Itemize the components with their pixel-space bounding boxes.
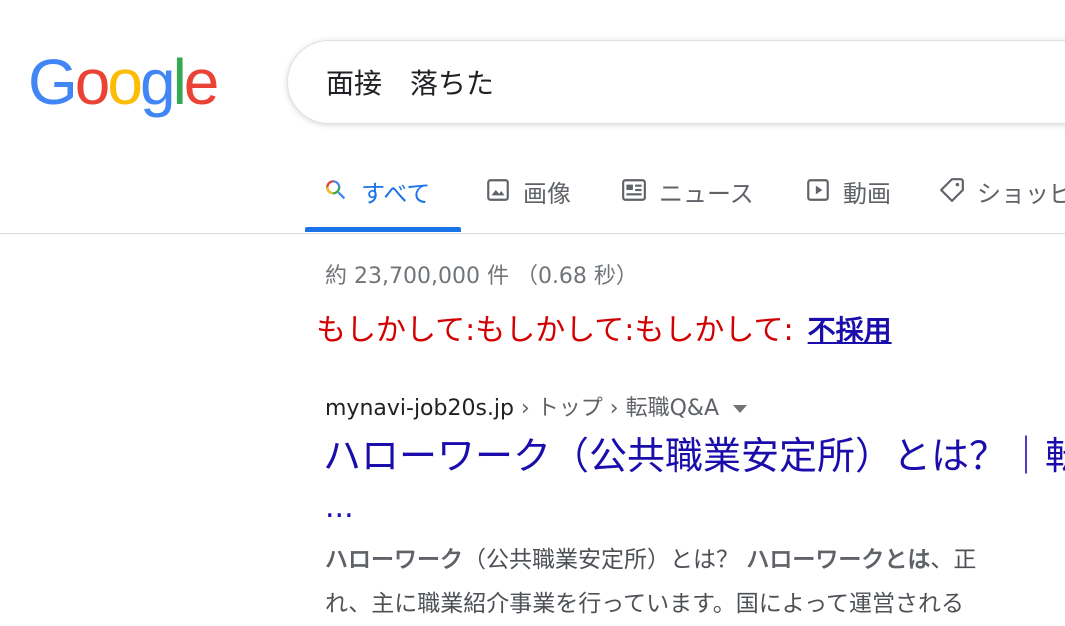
did-you-mean-prefix: もしかして:もしかして:もしかして: xyxy=(316,313,794,348)
did-you-mean: もしかして:もしかして:もしかして: 不採用 xyxy=(316,305,892,349)
logo-letter: e xyxy=(183,46,220,118)
logo-letter: o xyxy=(74,46,111,118)
result-snippet: ハローワーク（公共職業安定所）とは？ ハローワークとは、正 れ、主に職業紹介事業… xyxy=(325,538,1065,626)
tab-images[interactable]: 画像 xyxy=(485,160,571,232)
chevron-down-icon[interactable] xyxy=(733,405,748,413)
result-title-ellipsis[interactable]: ... xyxy=(325,488,354,528)
search-box xyxy=(287,40,1065,124)
snippet-text: 、正 xyxy=(930,547,977,573)
search-input[interactable] xyxy=(326,41,1026,123)
snippet-text: （公共職業安定所）とは？ xyxy=(463,547,747,573)
logo-letter: l xyxy=(172,46,187,118)
logo-letter: g xyxy=(139,46,176,118)
result-path: › トップ › 転職Q&A xyxy=(514,396,720,421)
did-you-mean-suggestion-link[interactable]: 不採用 xyxy=(808,314,892,347)
google-logo[interactable]: Google xyxy=(28,46,220,118)
image-icon xyxy=(487,179,509,201)
result-stats: 約 23,700,000 件 （0.68 秒） xyxy=(325,264,638,289)
tab-all-label: すべて xyxy=(361,180,431,208)
play-icon xyxy=(807,179,829,201)
tab-news[interactable]: ニュース xyxy=(621,160,754,232)
tab-all[interactable]: すべて xyxy=(323,160,430,232)
snippet-line-2: れ、主に職業紹介事業を行っています。国によって運営される xyxy=(325,591,964,617)
result-domain: mynavi-job20s.jp xyxy=(325,396,515,421)
logo-letter: o xyxy=(107,46,143,118)
tab-images-label: 画像 xyxy=(523,180,571,208)
result-title-link[interactable]: ハローワーク（公共職業安定所）とは？｜転 xyxy=(323,432,1065,480)
snippet-bold: ハローワーク xyxy=(325,547,463,573)
tab-videos-label: 動画 xyxy=(843,180,891,208)
tag-icon xyxy=(940,178,964,202)
search-icon xyxy=(326,180,346,200)
snippet-bold: ハローワークとは xyxy=(746,547,931,573)
result-breadcrumb: mynavi-job20s.jp › トップ › 転職Q&A xyxy=(325,390,748,422)
logo-letter: G xyxy=(28,46,78,118)
tab-shopping[interactable]: ショッピ xyxy=(939,160,1065,232)
tab-shopping-label: ショッピ xyxy=(977,180,1065,208)
tab-news-label: ニュース xyxy=(659,180,754,208)
tab-videos[interactable]: 動画 xyxy=(805,160,891,232)
snippet-line-1: ハローワーク（公共職業安定所）とは？ ハローワークとは、正 xyxy=(325,538,1065,582)
news-icon xyxy=(622,179,646,201)
header-divider xyxy=(0,233,1065,234)
active-tab-indicator xyxy=(305,227,461,232)
